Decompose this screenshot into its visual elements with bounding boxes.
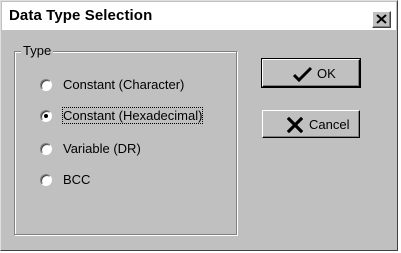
- option-label: Constant (Hexadecimal): [61, 107, 204, 124]
- type-group-label: Type: [21, 43, 54, 58]
- dialog-title: Data Type Selection: [9, 7, 153, 24]
- radio-button[interactable]: [40, 79, 52, 91]
- title-bar[interactable]: Data Type Selection: [2, 2, 396, 30]
- ok-button[interactable]: OK: [261, 58, 361, 88]
- option-label: Variable (DR): [63, 141, 141, 156]
- cancel-button[interactable]: Cancel: [262, 110, 360, 138]
- option-label: BCC: [63, 172, 91, 187]
- option-label: Constant (Character): [63, 77, 185, 92]
- checkmark-icon: [293, 66, 313, 82]
- close-icon: [376, 14, 387, 24]
- radio-button[interactable]: [40, 174, 52, 186]
- radio-button-selected[interactable]: [40, 110, 52, 122]
- radio-button[interactable]: [40, 143, 52, 155]
- ok-label: OK: [317, 66, 336, 81]
- selected-dot: [44, 114, 48, 118]
- close-button[interactable]: [372, 11, 391, 28]
- cancel-label: Cancel: [309, 117, 350, 132]
- x-cross-icon: [287, 117, 303, 133]
